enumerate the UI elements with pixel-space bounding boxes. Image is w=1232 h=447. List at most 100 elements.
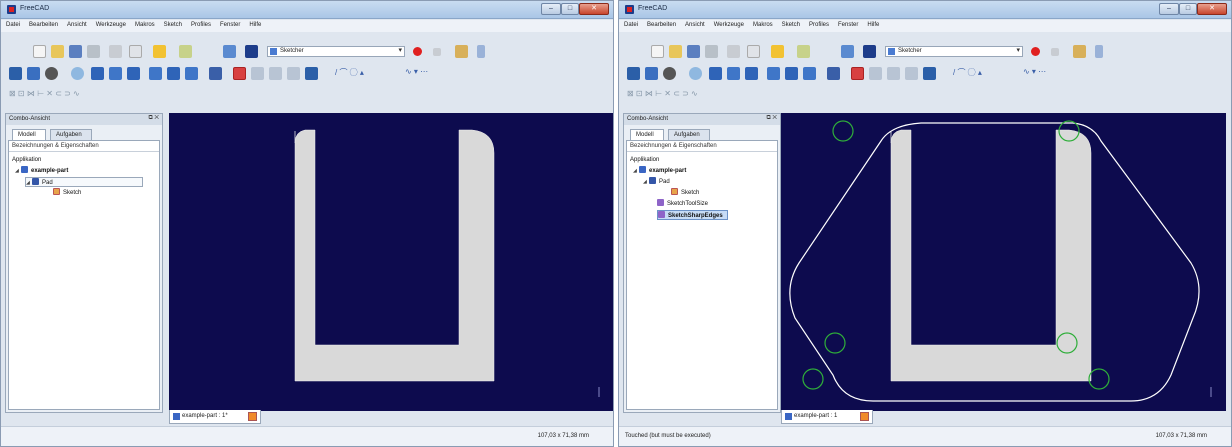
document-tab[interactable]: example-part : 1* [169, 410, 261, 424]
cut-icon[interactable] [109, 45, 122, 58]
close-button[interactable]: ✕ [1197, 3, 1227, 15]
save-icon[interactable] [69, 45, 82, 58]
open-icon[interactable] [51, 45, 64, 58]
line-tools-icon[interactable]: / ⌒ ◯ ▴ [335, 67, 395, 80]
menu-profiles[interactable]: Profiles [804, 20, 833, 28]
draw-style-icon[interactable] [663, 67, 676, 80]
fit-all-icon[interactable] [627, 67, 640, 80]
tree-item-sketch-sharp-edges[interactable]: SketchSharpEdges [657, 210, 728, 220]
play-icon[interactable] [477, 45, 485, 58]
redo-icon[interactable] [797, 45, 810, 58]
curve-tools-icon[interactable]: ∿ ▾ ⋯ [405, 67, 465, 80]
menu-bearbeiten[interactable]: Bearbeiten [24, 20, 62, 28]
fit-all-icon[interactable] [9, 67, 22, 80]
axo-icon[interactable] [71, 67, 84, 80]
menu-fenster[interactable]: Fenster [833, 20, 862, 28]
maximize-button[interactable]: □ [1179, 3, 1197, 15]
right-icon[interactable] [745, 67, 758, 80]
top-icon[interactable] [727, 67, 740, 80]
mirror-icon[interactable] [887, 67, 900, 80]
paste-icon[interactable] [747, 45, 760, 58]
menu-profiles[interactable]: Profiles [186, 20, 215, 28]
stop-icon[interactable] [433, 48, 441, 56]
sketch-icon[interactable] [851, 67, 864, 80]
menu-werkzeuge[interactable]: Werkzeuge [709, 20, 748, 28]
rear-icon[interactable] [767, 67, 780, 80]
tab-aufgaben[interactable]: Aufgaben [668, 129, 710, 140]
constraint-tools-icon[interactable]: ⊠ ⊡ ⋈ ⊢ ✕ ⊂ ⊃ ∿ [9, 89, 149, 102]
undo-icon[interactable] [153, 45, 166, 58]
constraint-icon[interactable] [869, 67, 882, 80]
right-icon[interactable] [127, 67, 140, 80]
print-icon[interactable] [705, 45, 718, 58]
bottom-icon[interactable] [785, 67, 798, 80]
tab-aufgaben[interactable]: Aufgaben [50, 129, 92, 140]
axo-icon[interactable] [689, 67, 702, 80]
menu-hilfe[interactable]: Hilfe [862, 20, 883, 28]
menu-fenster[interactable]: Fenster [215, 20, 244, 28]
part-icon[interactable] [305, 67, 318, 80]
close-tab-icon[interactable] [248, 412, 257, 421]
front-icon[interactable] [91, 67, 104, 80]
new-icon[interactable] [651, 45, 664, 58]
minimize-button[interactable]: – [1159, 3, 1179, 15]
zoom-icon[interactable] [645, 67, 658, 80]
sketch-icon[interactable] [233, 67, 246, 80]
refresh-icon[interactable] [223, 45, 236, 58]
validate-icon[interactable] [905, 67, 918, 80]
redo-icon[interactable] [179, 45, 192, 58]
validate-icon[interactable] [287, 67, 300, 80]
workbench-selector[interactable]: Sketcher [267, 46, 405, 57]
open-icon[interactable] [669, 45, 682, 58]
curve-tools-icon[interactable]: ∿ ▾ ⋯ [1023, 67, 1083, 80]
play-icon[interactable] [1095, 45, 1103, 58]
close-button[interactable]: ✕ [579, 3, 609, 15]
measure-icon[interactable] [827, 67, 840, 80]
rear-icon[interactable] [149, 67, 162, 80]
tab-modell[interactable]: Modell [12, 129, 46, 140]
menu-datei[interactable]: Datei [619, 20, 642, 28]
record-icon[interactable] [413, 47, 422, 56]
cut-icon[interactable] [727, 45, 740, 58]
front-icon[interactable] [709, 67, 722, 80]
print-icon[interactable] [87, 45, 100, 58]
tree-item-sketch[interactable]: Sketch [53, 188, 81, 198]
menu-sketch[interactable]: Sketch [777, 20, 804, 28]
menu-makros[interactable]: Makros [130, 20, 159, 28]
refresh-icon[interactable] [841, 45, 854, 58]
menu-bearbeiten[interactable]: Bearbeiten [642, 20, 680, 28]
top-icon[interactable] [109, 67, 122, 80]
save-icon[interactable] [687, 45, 700, 58]
record-icon[interactable] [1031, 47, 1040, 56]
tree-item-sketch[interactable]: Sketch [671, 188, 699, 198]
3d-viewport[interactable] [169, 113, 613, 411]
tree-item-part[interactable]: ◢ example-part [15, 166, 68, 176]
menu-hilfe[interactable]: Hilfe [244, 20, 265, 28]
tree-item-part[interactable]: ◢ example-part [633, 166, 686, 176]
constraint-icon[interactable] [251, 67, 264, 80]
draw-style-icon[interactable] [45, 67, 58, 80]
menu-makros[interactable]: Makros [748, 20, 777, 28]
workbench-selector[interactable]: Sketcher [885, 46, 1023, 57]
maximize-button[interactable]: □ [561, 3, 579, 15]
tree-item-sketch-tool-size[interactable]: SketchToolSize [657, 199, 708, 209]
menu-sketch[interactable]: Sketch [159, 20, 186, 28]
macro-icon[interactable] [1073, 45, 1086, 58]
part-icon[interactable] [923, 67, 936, 80]
left-icon[interactable] [185, 67, 198, 80]
left-icon[interactable] [803, 67, 816, 80]
minimize-button[interactable]: – [541, 3, 561, 15]
paste-icon[interactable] [129, 45, 142, 58]
tree-item-pad[interactable]: ◢ Pad [25, 177, 143, 187]
3d-viewport[interactable] [781, 113, 1226, 411]
combo-float-close-icon[interactable]: ⧉ ✕ [766, 115, 777, 122]
menu-werkzeuge[interactable]: Werkzeuge [91, 20, 130, 28]
bottom-icon[interactable] [167, 67, 180, 80]
measure-icon[interactable] [209, 67, 222, 80]
tab-modell[interactable]: Modell [630, 129, 664, 140]
line-tools-icon[interactable]: / ⌒ ◯ ▴ [953, 67, 1013, 80]
new-icon[interactable] [33, 45, 46, 58]
mirror-icon[interactable] [269, 67, 282, 80]
macro-icon[interactable] [455, 45, 468, 58]
constraint-tools-icon[interactable]: ⊠ ⊡ ⋈ ⊢ ✕ ⊂ ⊃ ∿ [627, 89, 767, 102]
